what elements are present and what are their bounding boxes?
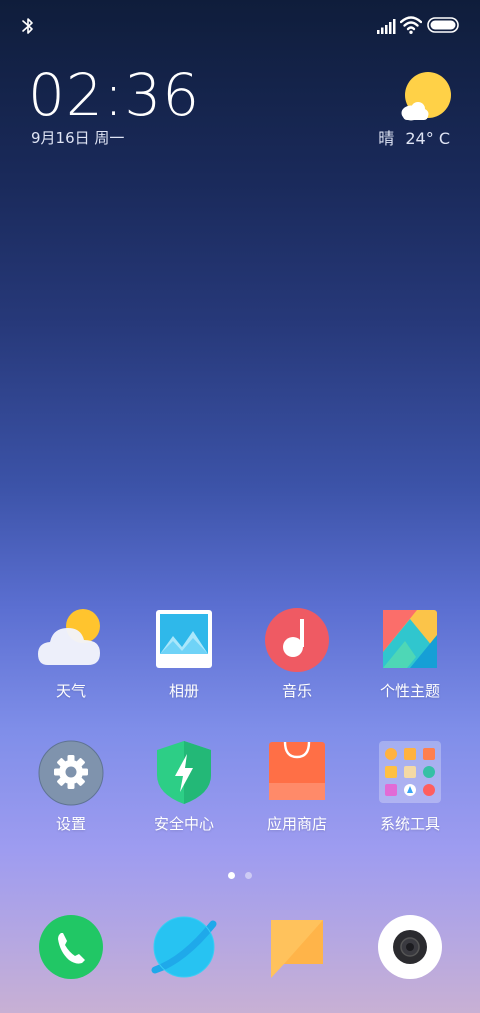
themes-app-icon	[375, 605, 445, 675]
signal-icon	[377, 19, 396, 34]
messages-app-icon	[271, 920, 323, 978]
app-label: 个性主题	[379, 682, 440, 700]
settings-app-icon	[36, 738, 106, 808]
clock-date[interactable]: 9月16日 周一	[31, 131, 124, 146]
bluetooth-icon	[22, 18, 33, 34]
status-bar	[0, 0, 480, 50]
app-store[interactable]: 应用商店	[237, 738, 357, 848]
app-store-icon	[262, 738, 332, 808]
app-label: 应用商店	[266, 815, 327, 833]
app-themes[interactable]: 个性主题	[350, 605, 470, 715]
battery-icon	[427, 17, 459, 33]
app-label: 安全中心	[153, 815, 214, 833]
dock-camera[interactable]	[375, 912, 445, 982]
weather-condition: 晴	[378, 129, 395, 148]
dock-browser[interactable]	[149, 912, 219, 982]
wifi-icon	[400, 16, 422, 34]
app-label: 音乐	[281, 682, 312, 700]
phone-app-icon	[39, 915, 103, 979]
app-settings[interactable]: 设置	[11, 738, 131, 848]
app-label: 天气	[55, 682, 86, 700]
app-music[interactable]: 音乐	[237, 605, 357, 715]
app-system-tools-folder[interactable]: 系统工具	[350, 738, 470, 848]
app-label: 设置	[55, 815, 86, 833]
page-dot[interactable]	[245, 872, 252, 879]
security-app-icon	[149, 738, 219, 808]
app-label: 系统工具	[379, 815, 440, 833]
system-tools-folder-icon	[375, 738, 445, 808]
app-label: 相册	[168, 682, 199, 700]
page-dot-active[interactable]	[228, 872, 235, 879]
sunny-cloud-icon[interactable]	[398, 72, 454, 124]
browser-app-icon	[151, 916, 217, 978]
app-security[interactable]: 安全中心	[124, 738, 244, 848]
camera-app-icon	[378, 915, 442, 979]
weather-summary[interactable]: 晴 24° C	[372, 131, 450, 147]
dock-phone[interactable]	[36, 912, 106, 982]
clock-time[interactable]: 02:36	[28, 66, 200, 124]
dock-messages[interactable]	[262, 912, 332, 982]
music-app-icon	[262, 605, 332, 675]
app-weather[interactable]: 天气	[11, 605, 131, 715]
app-gallery[interactable]: 相册	[124, 605, 244, 715]
weather-app-icon	[36, 605, 106, 675]
weather-temperature: 24° C	[405, 129, 450, 148]
page-indicator	[0, 872, 480, 879]
gallery-app-icon	[149, 605, 219, 675]
